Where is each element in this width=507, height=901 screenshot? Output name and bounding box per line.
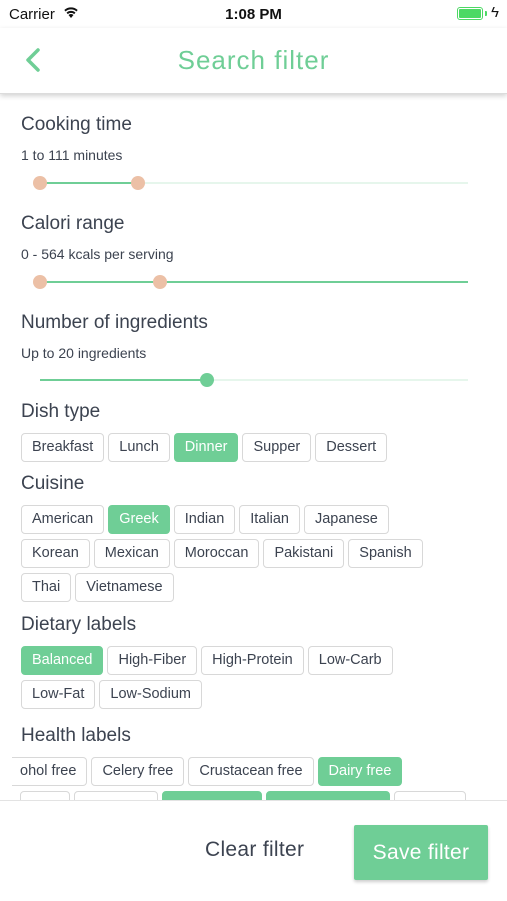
- ingredients-title: Number of ingredients: [21, 312, 208, 333]
- chip-row: American Greek Indian Italian Japanese: [21, 505, 393, 534]
- chip-spanish[interactable]: Spanish: [348, 539, 423, 568]
- chip-american[interactable]: American: [21, 505, 105, 534]
- chip-low-fat[interactable]: Low-Fat: [21, 680, 96, 709]
- filter-content[interactable]: Cooking time 1 to 111 minutes Calori ran…: [0, 94, 507, 800]
- charging-bolt-icon: ϟ: [491, 4, 499, 21]
- calorie-min-thumb[interactable]: [33, 275, 47, 289]
- cooking-time-max-thumb[interactable]: [131, 176, 146, 190]
- list-item[interactable]: [74, 791, 158, 800]
- chip-italian[interactable]: Italian: [239, 505, 300, 534]
- chip-thai[interactable]: Thai: [21, 573, 72, 602]
- cooking-time-slider[interactable]: [33, 173, 468, 193]
- chip-row: Low-Fat Low-Sodium: [21, 680, 206, 709]
- chip-crustacean-free[interactable]: Crustacean free: [188, 757, 314, 786]
- calorie-range-summary: 0 - 564 kcals per serving: [21, 246, 174, 262]
- slider-range: [40, 379, 207, 381]
- slider-range: [40, 281, 468, 283]
- chip-breakfast[interactable]: Breakfast: [21, 433, 105, 462]
- chip-greek[interactable]: Greek: [108, 505, 170, 534]
- clock: 1:08 PM: [225, 6, 282, 23]
- navigation-bar: Search filter: [0, 28, 507, 94]
- list-item[interactable]: [20, 791, 70, 800]
- chip-row: Breakfast Lunch Dinner Supper Dessert: [21, 433, 391, 462]
- chip-dinner[interactable]: Dinner: [173, 433, 239, 462]
- ingredients-summary: Up to 20 ingredients: [21, 345, 147, 361]
- battery-icon: [457, 7, 483, 20]
- page-title: Search filter: [177, 45, 330, 75]
- chip-dessert[interactable]: Dessert: [315, 433, 388, 462]
- chip-row: Thai Vietnamese: [21, 573, 178, 602]
- dish-type-title: Dish type: [21, 401, 101, 422]
- cuisine-title: Cuisine: [21, 473, 85, 494]
- cooking-time-summary: 1 to 111 minutes: [21, 147, 123, 163]
- chip-korean[interactable]: Korean: [21, 539, 90, 568]
- chip-moroccan[interactable]: Moroccan: [173, 539, 260, 568]
- dietary-labels-title: Dietary labels: [21, 614, 137, 635]
- chip-row: Korean Mexican Moroccan Pakistani Spanish: [21, 539, 427, 568]
- list-item[interactable]: [394, 791, 466, 800]
- calorie-max-thumb[interactable]: [152, 275, 167, 289]
- chip-lunch[interactable]: Lunch: [108, 433, 170, 462]
- chip-mexican[interactable]: Mexican: [93, 539, 170, 568]
- chip-vietnamese[interactable]: Vietnamese: [75, 573, 174, 602]
- list-item[interactable]: [266, 791, 390, 800]
- chip-japanese[interactable]: Japanese: [303, 505, 389, 534]
- health-labels-chips[interactable]: ohol free Celery free Crustacean free Dairy…: [12, 757, 406, 786]
- action-bar: Clear filter Save filter: [0, 800, 507, 901]
- list-item[interactable]: [162, 791, 262, 800]
- health-labels-row-2: [20, 791, 470, 800]
- status-bar: Carrier 1:08 PM ϟ: [0, 0, 507, 28]
- chip-row: Balanced High-Fiber High-Protein Low-Carb: [21, 646, 397, 675]
- health-labels-title: Health labels: [21, 725, 131, 746]
- chip-supper[interactable]: Supper: [242, 433, 312, 462]
- chip-dairy-free[interactable]: Dairy free: [317, 757, 403, 786]
- battery-tip: [485, 11, 487, 16]
- chip-pakistani[interactable]: Pakistani: [263, 539, 345, 568]
- chip-high-fiber[interactable]: High-Fiber: [107, 646, 198, 675]
- ingredients-thumb[interactable]: [199, 373, 214, 387]
- chip-low-sodium[interactable]: Low-Sodium: [99, 680, 202, 709]
- slider-range: [40, 182, 139, 184]
- calorie-range-slider[interactable]: [33, 272, 468, 292]
- chip-low-carb[interactable]: Low-Carb: [307, 646, 393, 675]
- cooking-time-title: Cooking time: [21, 114, 132, 135]
- calorie-range-title: Calori range: [21, 213, 125, 234]
- chip-balanced[interactable]: Balanced: [21, 646, 104, 675]
- chip-indian[interactable]: Indian: [173, 505, 236, 534]
- chip-alcohol-free[interactable]: ohol free: [12, 757, 88, 786]
- clear-filter-button[interactable]: Clear filter: [205, 838, 304, 862]
- ingredients-slider[interactable]: [40, 370, 468, 390]
- chip-celery-free[interactable]: Celery free: [91, 757, 185, 786]
- save-filter-button[interactable]: Save filter: [354, 825, 488, 880]
- chip-high-protein[interactable]: High-Protein: [201, 646, 304, 675]
- cooking-time-min-thumb[interactable]: [33, 176, 47, 190]
